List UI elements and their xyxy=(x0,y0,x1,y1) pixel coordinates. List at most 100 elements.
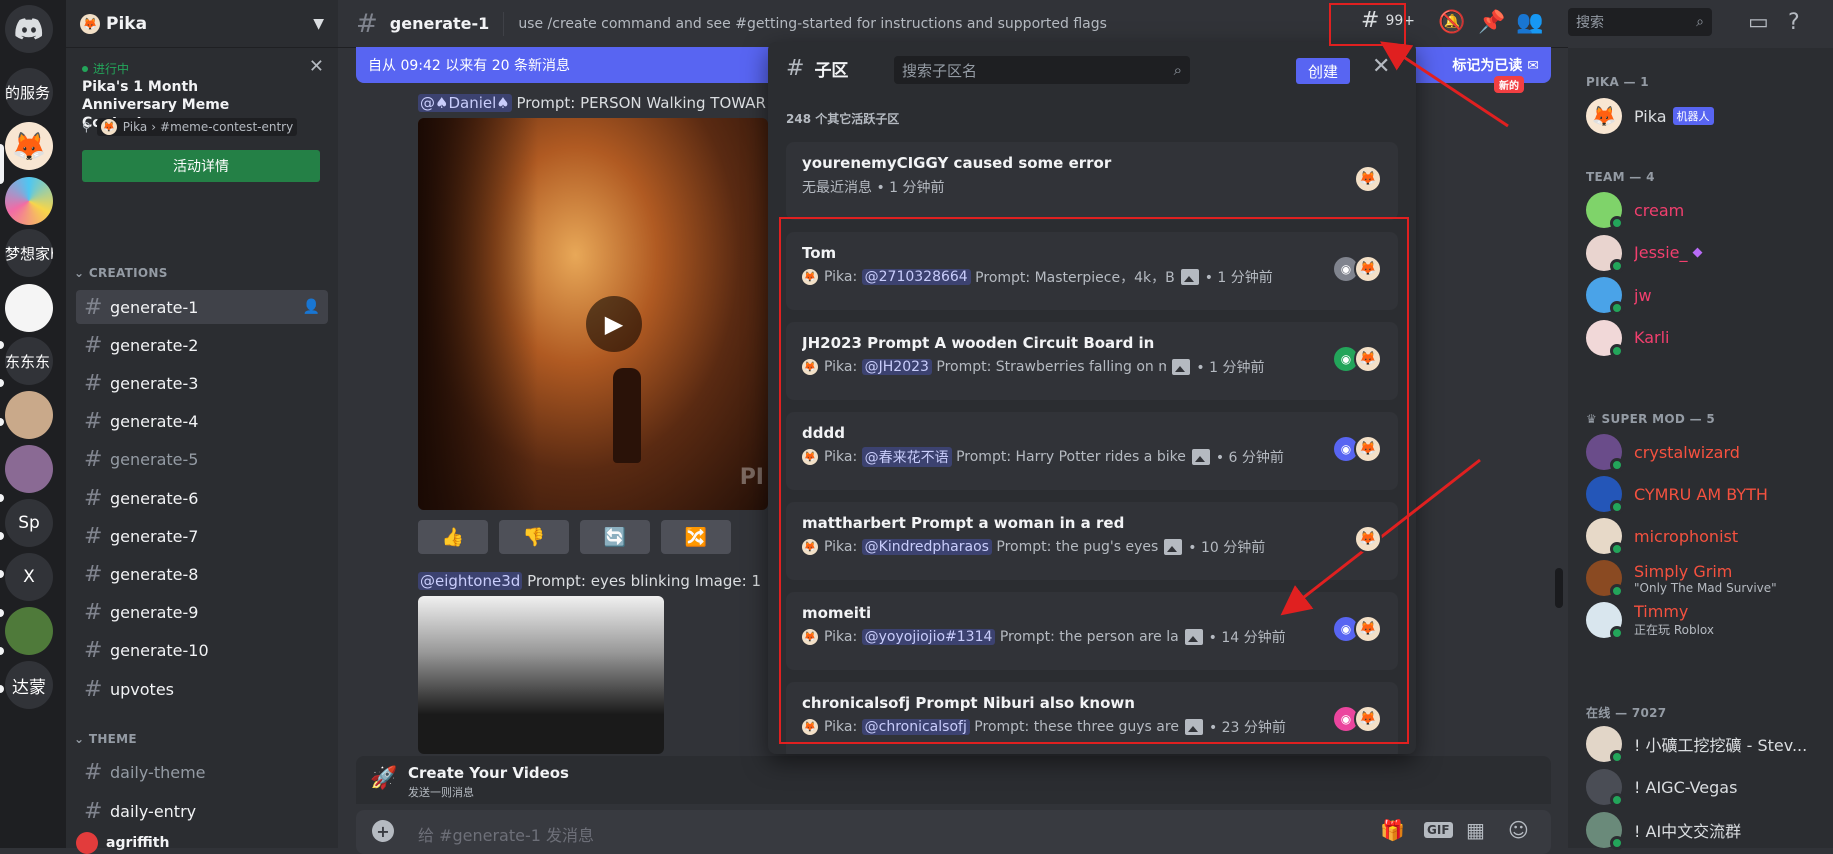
hash-icon: # xyxy=(356,8,378,39)
event-details-button[interactable]: 活动详情 xyxy=(82,150,320,182)
message-1: @♠Daniel♠ Prompt: PERSON Walking TOWAR xyxy=(418,94,766,112)
hash-icon: # xyxy=(84,447,103,473)
thread-item[interactable]: yourenemyCIGGY caused some error 无最近消息 • … xyxy=(786,142,1398,220)
channel-generate-3[interactable]: # generate-3 xyxy=(76,366,328,400)
server-icon-8[interactable] xyxy=(5,445,53,493)
server-icon-5[interactable] xyxy=(5,284,53,332)
thread-search-input[interactable]: 搜索子区名 ⌕ xyxy=(894,56,1190,84)
member-team-0[interactable]: cream xyxy=(1586,188,1826,232)
mark-read-button[interactable]: 标记为已读 ✉ xyxy=(1452,55,1539,75)
server-icon-1[interactable]: 的服务 xyxy=(5,68,53,116)
discord-home-icon[interactable] xyxy=(5,5,53,53)
channel-upvotes[interactable]: # upvotes xyxy=(76,672,328,706)
channel-generate-10[interactable]: # generate-10 xyxy=(76,634,328,668)
member-mod-1[interactable]: CYMRU AM BYTH xyxy=(1586,472,1826,516)
member-online-1[interactable]: ! AIGC-Vegas xyxy=(1586,765,1826,809)
hash-icon: # xyxy=(84,409,103,435)
server-icon-7[interactable] xyxy=(5,391,53,439)
scrollbar[interactable] xyxy=(1555,568,1563,608)
avatar xyxy=(1586,769,1624,807)
search-input[interactable]: 搜索 ⌕ xyxy=(1568,8,1712,36)
server-header[interactable]: 🦊 Pika ▼ xyxy=(66,0,338,48)
server-icon-11[interactable] xyxy=(5,607,53,655)
add-member-icon[interactable]: 👤 xyxy=(303,299,320,315)
event-location-server[interactable]: Pika xyxy=(123,120,147,134)
server-icon-6[interactable]: 东东东 xyxy=(5,337,53,385)
member-list-icon[interactable]: 👥 xyxy=(1516,10,1543,35)
thumbs-up-button[interactable]: 👍 xyxy=(418,520,488,554)
server-icon-12[interactable]: 达蒙 xyxy=(5,661,53,709)
add-attachment-icon[interactable]: + xyxy=(372,820,394,842)
channel-daily-entry[interactable]: # daily-entry xyxy=(76,794,328,828)
channel-generate-8[interactable]: # generate-8 xyxy=(76,557,328,591)
channel-generate-9[interactable]: # generate-9 xyxy=(76,596,328,630)
member-online-2[interactable]: ! AI中文交流群 xyxy=(1586,808,1826,852)
online-status-icon xyxy=(1610,458,1624,472)
member-mod-0[interactable]: crystalwizard xyxy=(1586,430,1826,474)
avatar xyxy=(1586,726,1624,764)
close-icon[interactable]: ✕ xyxy=(1372,54,1390,79)
online-status-icon xyxy=(1610,542,1624,556)
member-team-1[interactable]: Jessie_ ◆ xyxy=(1586,231,1826,275)
category-theme[interactable]: ⌄ THEME xyxy=(74,732,137,746)
server-icon-4[interactable]: 梦想家b xyxy=(5,229,53,277)
user-mention[interactable]: @eightone3d xyxy=(418,572,523,590)
channel-generate-4[interactable]: # generate-4 xyxy=(76,405,328,439)
server-rail: 的服务 🦊 梦想家b 东东东 Sp X 达蒙 xyxy=(0,0,66,848)
popup-title: 子区 xyxy=(814,61,849,81)
channel-generate-5[interactable]: # generate-5 xyxy=(76,443,328,477)
server-icon-x[interactable]: X xyxy=(5,553,53,601)
channel-daily-theme[interactable]: # daily-theme xyxy=(76,755,328,789)
member-mod-3[interactable]: Simply Grim "Only The Mad Survive" xyxy=(1586,556,1826,600)
channel-generate-2[interactable]: # generate-2 xyxy=(76,328,328,362)
server-icon-pika[interactable]: 🦊 xyxy=(5,122,53,170)
channel-generate-6[interactable]: # generate-6 xyxy=(76,481,328,515)
channel-topic[interactable]: use /create command and see #getting-sta… xyxy=(518,16,1107,32)
event-location-channel[interactable]: meme-contest-entry xyxy=(170,120,293,134)
user-mention[interactable]: @♠Daniel♠ xyxy=(418,94,512,112)
annotation-box-thread-list xyxy=(779,217,1409,744)
message-input[interactable]: 给 #generate-1 发消息 xyxy=(418,822,594,846)
gif-icon[interactable]: GIF xyxy=(1424,822,1453,838)
channel-generate-7[interactable]: # generate-7 xyxy=(76,519,328,553)
create-thread-button[interactable]: 创建 xyxy=(1296,58,1350,84)
image-attachment[interactable] xyxy=(418,596,664,754)
member-list: PIKA — 1 🦊 Pika 机器人 TEAM — 4 cream Jessie… xyxy=(1568,48,1833,850)
member-team-2[interactable]: jw xyxy=(1586,273,1826,317)
search-icon: ⌕ xyxy=(1173,61,1182,79)
member-team-3[interactable]: Karli xyxy=(1586,316,1826,360)
inbox-icon[interactable]: ▭ xyxy=(1748,10,1769,35)
thumbs-down-button[interactable]: 👎 xyxy=(499,520,569,554)
server-icon-3[interactable] xyxy=(5,177,53,225)
app-launcher-bar[interactable]: 🚀 Create Your Videos 发送一则消息 xyxy=(356,756,1551,804)
hash-icon: # xyxy=(84,676,103,702)
channel-generate-1[interactable]: # generate-1 👤 xyxy=(76,290,328,324)
online-status-icon xyxy=(1610,500,1624,514)
message-composer[interactable]: + 给 #generate-1 发消息 🎁 GIF ▦ ☺ xyxy=(356,810,1551,854)
server-icon-sp[interactable]: Sp xyxy=(5,499,53,547)
gift-icon[interactable]: 🎁 xyxy=(1380,818,1405,842)
avatar xyxy=(1586,476,1624,514)
emoji-icon[interactable]: ☺ xyxy=(1508,818,1529,842)
user-panel[interactable]: agriffith xyxy=(76,832,169,854)
help-icon[interactable]: ? xyxy=(1788,10,1800,35)
member-mod-4[interactable]: Timmy 正在玩 Roblox xyxy=(1586,598,1826,642)
category-creations[interactable]: ⌄ CREATIONS xyxy=(74,266,168,280)
member-mod-2[interactable]: microphonist xyxy=(1586,514,1826,558)
avatar xyxy=(1586,812,1624,850)
chevron-down-icon[interactable]: ▼ xyxy=(313,16,324,32)
pika-avatar-icon: 🦊 xyxy=(1354,165,1382,193)
pin-icon[interactable]: 📌 xyxy=(1478,10,1505,35)
shuffle-button[interactable]: 🔀 xyxy=(661,520,731,554)
chevron-down-icon: ⌄ xyxy=(74,266,89,280)
member-pika[interactable]: 🦊 Pika 机器人 xyxy=(1586,94,1826,138)
mute-bell-icon[interactable]: 🔕 xyxy=(1438,10,1465,35)
video-attachment[interactable]: ▶ PI xyxy=(418,118,768,510)
server-avatar-icon: 🦊 xyxy=(80,13,100,34)
sticker-icon[interactable]: ▦ xyxy=(1466,818,1485,842)
close-icon[interactable]: ✕ xyxy=(309,56,324,77)
member-online-0[interactable]: ! 小礦工挖挖礦 - Stev... xyxy=(1586,722,1826,766)
refresh-button[interactable]: 🔄 xyxy=(580,520,650,554)
avatar xyxy=(1586,560,1624,598)
play-icon[interactable]: ▶ xyxy=(586,296,642,352)
